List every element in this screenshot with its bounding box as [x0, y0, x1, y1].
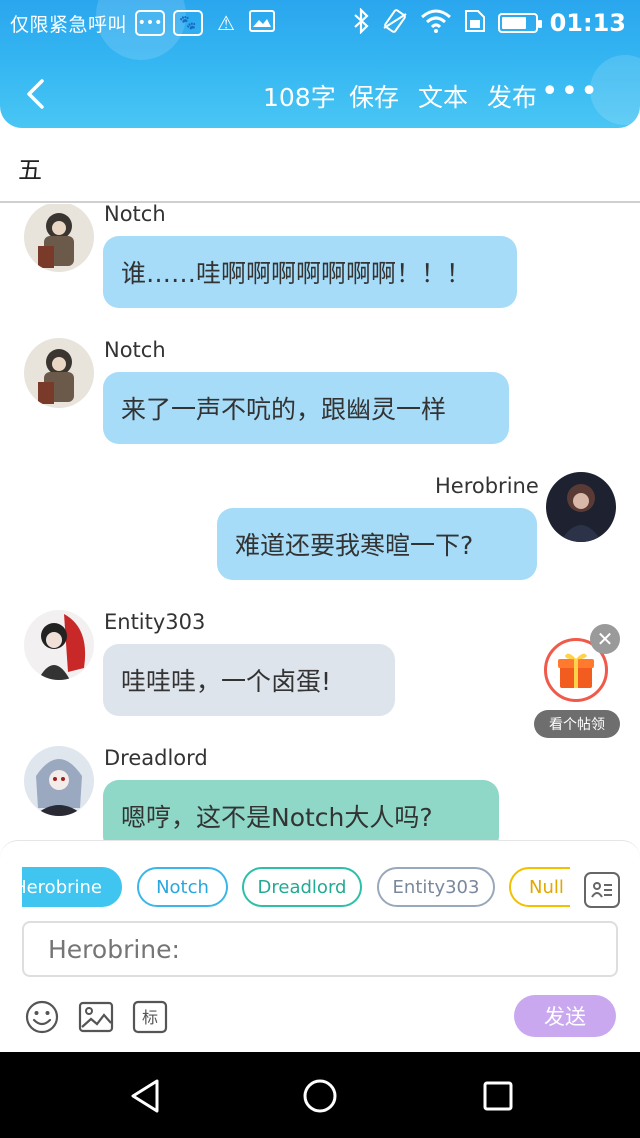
vibrate-icon	[382, 8, 408, 38]
nav-home-button[interactable]	[302, 1078, 338, 1114]
message-bubble[interactable]: 哇哇哇，一个卤蛋!	[103, 644, 395, 716]
mark-button[interactable]: 标	[132, 999, 168, 1035]
nav-recents-button[interactable]	[480, 1078, 516, 1114]
paw-icon: 🐾	[173, 10, 204, 36]
message-text: 嗯哼，这不是Notch大人吗?	[121, 803, 433, 832]
clock: 01:13	[549, 9, 626, 37]
avatar-herobrine[interactable]	[546, 472, 616, 542]
message-bubble[interactable]: 嗯哼，这不是Notch大人吗?	[103, 780, 499, 840]
message-icon: •••	[135, 10, 166, 36]
speaker-name: Herobrine	[435, 474, 539, 498]
message-text: 谁……哇啊啊啊啊啊啊啊！！！	[121, 259, 472, 288]
avatar-dreadlord[interactable]	[24, 746, 94, 816]
message-bubble[interactable]: 来了一声不吭的，跟幽灵一样	[103, 372, 509, 444]
warning-icon: ⚠	[217, 11, 235, 35]
svg-text:标: 标	[142, 1008, 158, 1027]
character-chip-notch[interactable]: Notch	[137, 867, 228, 907]
carrier-text: 仅限紧急呼叫	[10, 13, 128, 36]
picture-icon	[78, 1001, 114, 1033]
sim-icon	[464, 9, 486, 37]
send-button[interactable]: 发送	[514, 995, 616, 1037]
battery-icon	[497, 13, 542, 33]
avatar-notch[interactable]	[24, 204, 94, 272]
nav-back-button[interactable]	[128, 1078, 164, 1114]
character-chip-null[interactable]: Null	[509, 867, 570, 907]
more-button[interactable]: •••	[541, 77, 600, 107]
emoji-button[interactable]	[24, 999, 60, 1035]
character-chip-dreadlord[interactable]: Dreadlord	[242, 867, 362, 907]
message-text: 哇哇哇，一个卤蛋!	[121, 667, 332, 696]
square-recents-icon	[483, 1081, 513, 1111]
message-text: 来了一声不吭的，跟幽灵一样	[121, 395, 447, 424]
chat-area[interactable]: Notch 谁……哇啊啊啊啊啊啊啊！！！ Notch 来了一声不吭的，跟幽灵一样…	[0, 204, 640, 840]
back-button[interactable]	[18, 76, 54, 112]
wifi-icon	[420, 9, 452, 37]
character-list-button[interactable]	[584, 872, 620, 908]
speaker-name: Entity303	[104, 610, 206, 634]
triangle-back-icon	[131, 1079, 159, 1113]
word-count: 108字	[263, 83, 336, 112]
smiley-icon	[25, 1000, 59, 1034]
message-bubble[interactable]: 谁……哇啊啊啊啊啊啊啊！！！	[103, 236, 517, 308]
label-icon: 标	[132, 1000, 168, 1034]
circle-home-icon	[303, 1079, 337, 1113]
gift-label[interactable]: 看个帖领	[534, 710, 620, 738]
speaker-name: Dreadlord	[104, 746, 208, 770]
save-button[interactable]: 保存	[349, 78, 399, 114]
battery-level	[501, 17, 526, 29]
publish-button[interactable]: 发布	[487, 78, 537, 114]
gift-icon	[558, 653, 594, 688]
chapter-title[interactable]: 五	[0, 128, 640, 203]
message-input[interactable]	[22, 921, 618, 977]
system-nav-bar	[0, 1052, 640, 1138]
avatar-entity303[interactable]	[24, 610, 94, 680]
character-chip-entity303[interactable]: Entity303	[377, 867, 495, 907]
avatar-notch[interactable]	[24, 338, 94, 408]
speaker-name: Notch	[104, 204, 166, 226]
gift-close-button[interactable]: ✕	[590, 624, 620, 654]
compose-panel: Herobrine Notch Dreadlord Entity303 Null…	[0, 840, 640, 1052]
status-bar: 仅限紧急呼叫 ••• 🐾 ⚠ 01:13	[0, 0, 640, 46]
image-icon	[248, 10, 275, 36]
character-selector[interactable]: Herobrine Notch Dreadlord Entity303 Null	[22, 867, 570, 909]
message-bubble[interactable]: 难道还要我寒暄一下?	[217, 508, 537, 580]
image-button[interactable]	[78, 999, 114, 1035]
speaker-name: Notch	[104, 338, 166, 362]
gift-widget: ✕ 看个帖领	[534, 624, 624, 739]
contacts-icon	[591, 882, 612, 898]
bluetooth-icon	[352, 6, 370, 39]
message-text: 难道还要我寒暄一下?	[235, 531, 474, 560]
chevron-left-icon	[27, 79, 44, 109]
editor-toolbar: 108字 保存 文本 发布 •••	[0, 60, 640, 128]
text-button[interactable]: 文本	[418, 78, 468, 114]
app-header: 仅限紧急呼叫 ••• 🐾 ⚠ 01:13 108字 保存 文本 发布 •••	[0, 0, 640, 128]
character-chip-herobrine[interactable]: Herobrine	[22, 867, 122, 907]
